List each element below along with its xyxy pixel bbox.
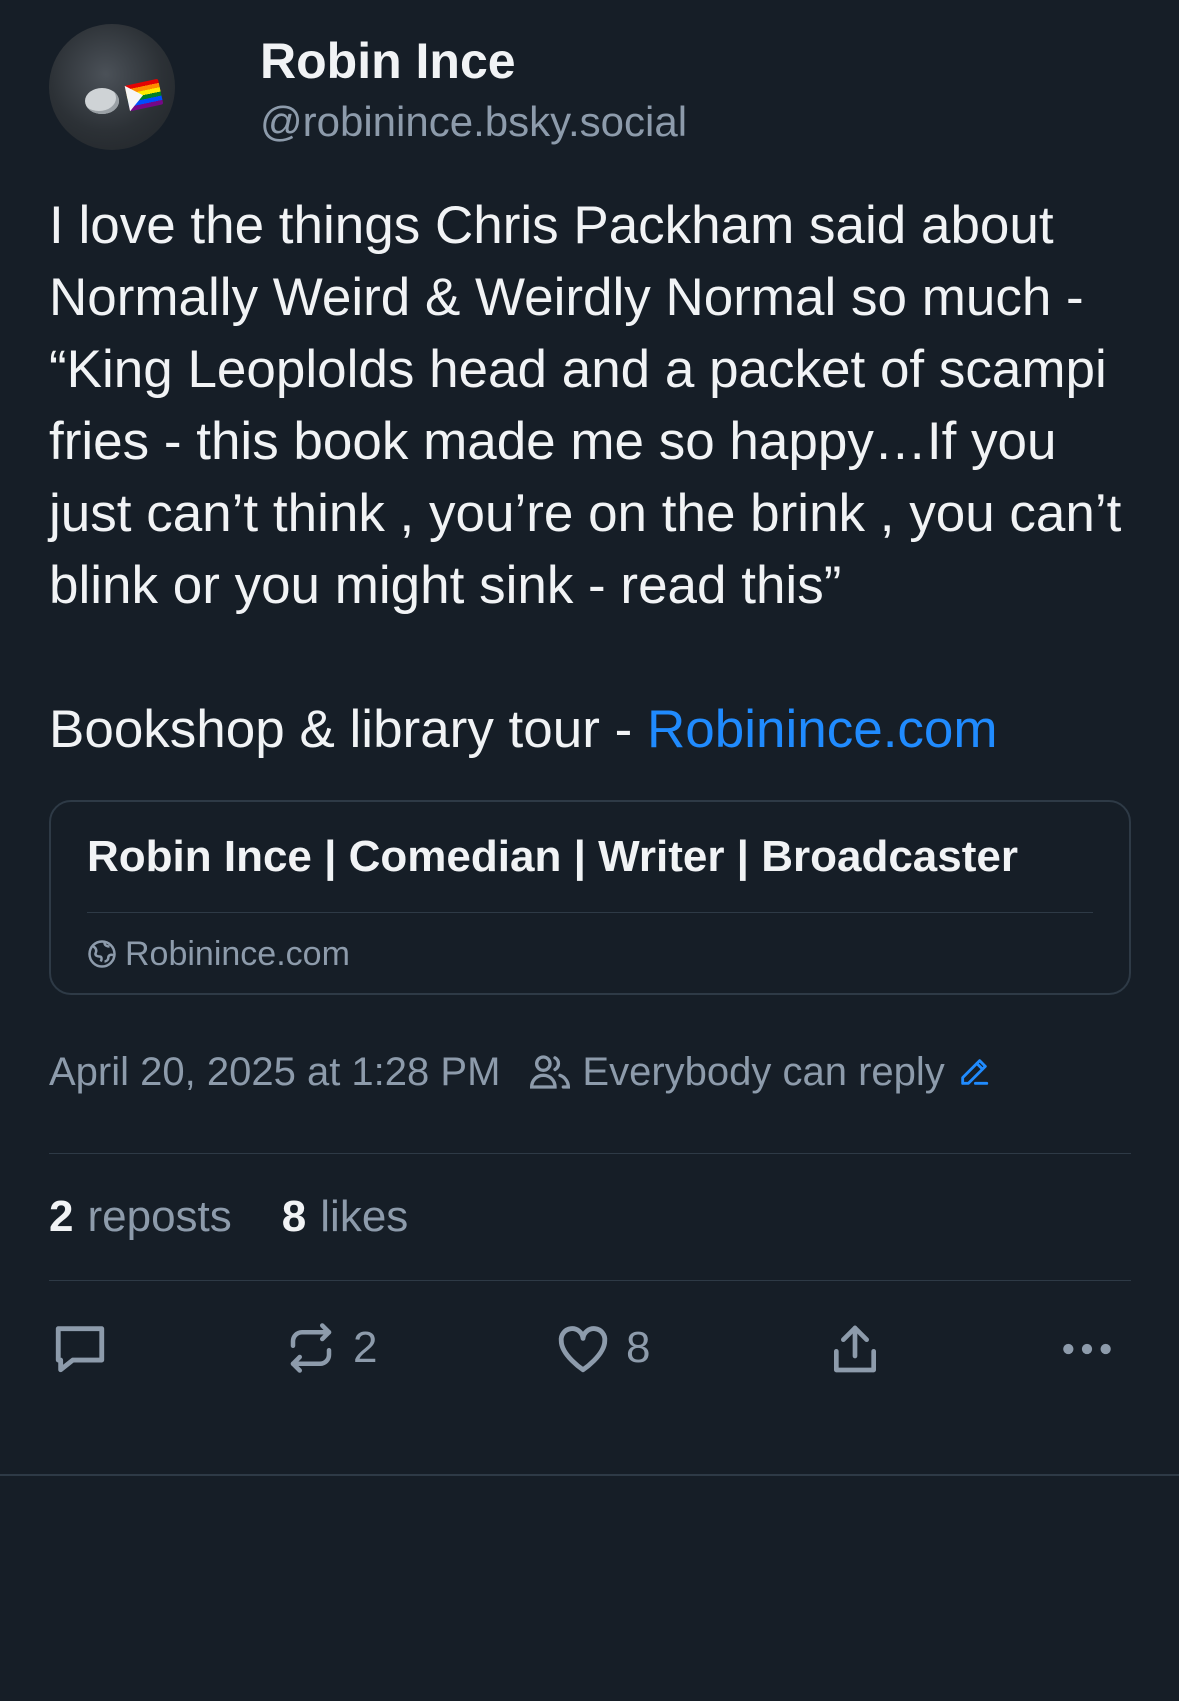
pencil-icon[interactable] bbox=[957, 1055, 991, 1089]
ellipsis-icon bbox=[1063, 1343, 1111, 1355]
reply-button[interactable] bbox=[51, 1321, 109, 1375]
post-tour-line: Bookshop & library tour - Robinince.com bbox=[49, 694, 1130, 766]
post-bottom-border bbox=[0, 1474, 1179, 1476]
heart-icon bbox=[558, 1326, 608, 1373]
likes-count: 8 bbox=[281, 1192, 307, 1241]
author-handle[interactable]: @robinince.bsky.social bbox=[260, 94, 687, 150]
like-count: 8 bbox=[626, 1323, 651, 1372]
link-card-title: Robin Ince | Comedian | Writer | Broadca… bbox=[87, 832, 1018, 881]
reposts-label: reposts bbox=[87, 1192, 232, 1241]
repost-count: 2 bbox=[353, 1323, 378, 1372]
post-timestamp: April 20, 2025 at 1:28 PM bbox=[49, 1049, 501, 1094]
post-author: Robin Ince @robinince.bsky.social bbox=[49, 0, 1130, 150]
avatar-pride-flag-pin bbox=[124, 78, 164, 112]
link-card-domain-row: Robinince.com bbox=[87, 913, 1093, 995]
like-button[interactable]: 8 bbox=[554, 1321, 650, 1375]
globe-icon bbox=[88, 940, 116, 968]
avatar[interactable] bbox=[49, 24, 175, 150]
speech-bubble-icon bbox=[55, 1326, 105, 1373]
post-body-text: I love the things Chris Packham said abo… bbox=[49, 196, 1137, 615]
post-stats: 2 reposts 8 likes bbox=[49, 1154, 1130, 1280]
author-display-name[interactable]: Robin Ince bbox=[260, 28, 687, 94]
share-icon bbox=[834, 1325, 876, 1373]
author-names: Robin Ince @robinince.bsky.social bbox=[260, 24, 687, 150]
post-thread-view: Robin Ince @robinince.bsky.social I love… bbox=[0, 0, 1179, 1431]
likes-label: likes bbox=[320, 1192, 409, 1241]
share-button[interactable] bbox=[827, 1321, 883, 1377]
link-card-domain: Robinince.com bbox=[125, 934, 350, 973]
post-actions: 2 8 bbox=[49, 1281, 1130, 1431]
people-icon bbox=[530, 1055, 571, 1089]
avatar-pin-badge bbox=[85, 88, 119, 114]
reply-setting[interactable]: Everybody can reply bbox=[528, 1050, 1000, 1095]
post-meta: April 20, 2025 at 1:28 PM Everybody can … bbox=[49, 1041, 1130, 1103]
repost-button[interactable]: 2 bbox=[283, 1321, 377, 1375]
likes-stat[interactable]: 8 likes bbox=[282, 1192, 409, 1242]
reposts-stat[interactable]: 2 reposts bbox=[49, 1192, 232, 1242]
post-tour-text: Bookshop & library tour - bbox=[49, 700, 647, 759]
repost-icon bbox=[290, 1323, 332, 1373]
reposts-count: 2 bbox=[49, 1192, 74, 1241]
more-options-button[interactable] bbox=[1059, 1321, 1115, 1377]
link-preview-card[interactable]: Robin Ince | Comedian | Writer | Broadca… bbox=[49, 800, 1131, 995]
post-tour-link[interactable]: Robinince.com bbox=[647, 700, 998, 759]
reply-setting-label: Everybody can reply bbox=[582, 1049, 945, 1094]
